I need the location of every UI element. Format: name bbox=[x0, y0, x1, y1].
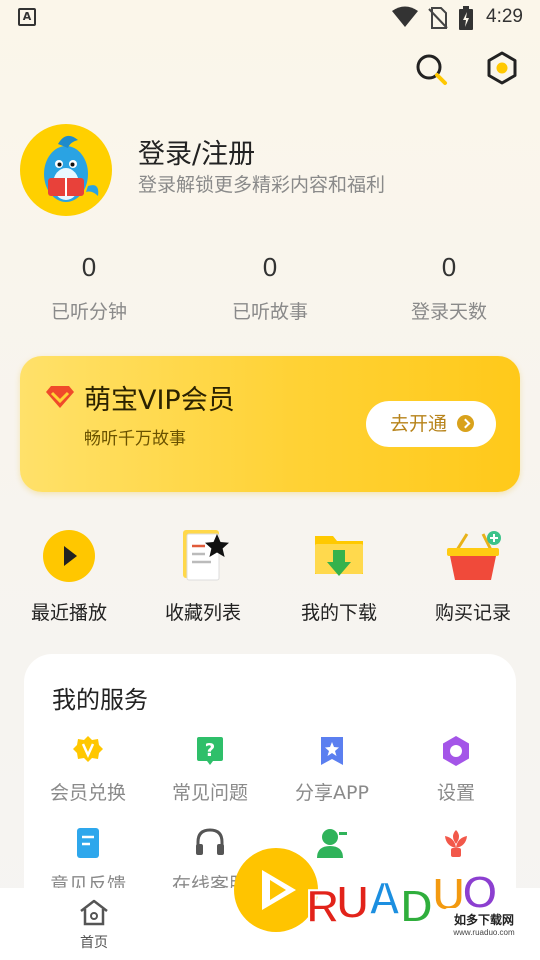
battery-icon bbox=[459, 6, 473, 30]
svg-text:www.ruaduo.com: www.ruaduo.com bbox=[452, 928, 515, 937]
svg-text:U: U bbox=[336, 876, 369, 928]
service-feedback[interactable]: 意见反馈 bbox=[26, 826, 150, 897]
quick-action-recent[interactable]: 最近播放 bbox=[2, 528, 136, 625]
nav-home[interactable]: 首页 bbox=[64, 898, 124, 952]
no-sim-icon bbox=[428, 7, 448, 29]
activate-vip-label: 去开通 bbox=[390, 413, 448, 435]
chevron-right-icon bbox=[457, 415, 474, 432]
vip-subtitle: 畅听千万故事 bbox=[84, 429, 186, 449]
headset-icon bbox=[196, 828, 224, 855]
svg-text:D: D bbox=[400, 880, 433, 932]
avatar[interactable] bbox=[20, 124, 112, 216]
quick-action-label: 我的下载 bbox=[300, 602, 377, 624]
feedback-document-icon bbox=[77, 828, 99, 858]
quick-action-favorites[interactable]: 收藏列表 bbox=[136, 528, 270, 625]
nav-home-label: 首页 bbox=[80, 935, 108, 951]
search-icon[interactable] bbox=[414, 52, 450, 88]
stat-label: 登录天数 bbox=[410, 301, 487, 323]
svg-text:如多下载网: 如多下载网 bbox=[454, 912, 514, 927]
login-register-title[interactable]: 登录/注册 bbox=[138, 132, 255, 171]
stat-value: 0 bbox=[441, 252, 457, 282]
service-label: 常见问题 bbox=[171, 782, 248, 804]
dolphin-mascot-icon bbox=[44, 135, 99, 202]
home-icon bbox=[80, 899, 108, 926]
status-bar: A 4:29 bbox=[0, 0, 540, 36]
accessibility-icon: A bbox=[18, 8, 36, 26]
stat-value: 0 bbox=[81, 252, 97, 282]
status-time: 4:29 bbox=[486, 6, 523, 27]
ruanduo-watermark-logo: R U A D U O 如多下载网 www.ruaduo.com bbox=[234, 848, 524, 938]
quick-action-purchases[interactable]: 购买记录 bbox=[406, 528, 540, 625]
settings-hexagon-icon[interactable] bbox=[484, 50, 520, 86]
services-title: 我的服务 bbox=[52, 686, 148, 714]
service-label: 分享APP bbox=[295, 782, 369, 804]
svg-text:A: A bbox=[368, 872, 401, 924]
login-subtitle: 登录解锁更多精彩内容和福利 bbox=[138, 174, 386, 196]
vip-title: 萌宝VIP会员 bbox=[84, 385, 235, 416]
quick-action-label: 最近播放 bbox=[30, 602, 107, 624]
service-vip-redeem[interactable]: 会员兑换 bbox=[26, 734, 150, 805]
share-star-icon bbox=[321, 737, 343, 765]
stat-value: 0 bbox=[262, 252, 278, 282]
settings-icon bbox=[443, 736, 469, 766]
stat-login-days: 0 登录天数 bbox=[369, 252, 529, 324]
quick-action-label: 购买记录 bbox=[434, 602, 511, 624]
svg-text:R: R bbox=[306, 880, 339, 932]
stat-stories: 0 已听故事 bbox=[190, 252, 350, 324]
quick-action-label: 收藏列表 bbox=[164, 602, 241, 624]
vip-logo-icon bbox=[46, 386, 74, 408]
vip-badge-icon bbox=[73, 736, 103, 762]
shopping-basket-icon bbox=[447, 531, 501, 580]
play-icon bbox=[43, 530, 95, 582]
activate-vip-button[interactable]: 去开通 bbox=[366, 401, 496, 447]
question-icon: ? bbox=[197, 737, 223, 765]
stat-minutes: 0 已听分钟 bbox=[9, 252, 169, 324]
wifi-icon bbox=[392, 6, 418, 27]
quick-action-downloads[interactable]: 我的下载 bbox=[272, 528, 406, 625]
favorites-star-icon bbox=[183, 530, 229, 581]
svg-text:?: ? bbox=[205, 740, 215, 761]
stat-label: 已听故事 bbox=[231, 301, 308, 323]
download-folder-icon bbox=[315, 536, 363, 576]
service-faq[interactable]: ? 常见问题 bbox=[148, 734, 272, 805]
service-settings[interactable]: 设置 bbox=[394, 734, 518, 805]
stat-label: 已听分钟 bbox=[50, 301, 127, 323]
service-label: 会员兑换 bbox=[49, 782, 126, 804]
service-label: 设置 bbox=[436, 782, 475, 804]
service-share-app[interactable]: 分享APP bbox=[270, 734, 394, 805]
vip-membership-card[interactable]: 萌宝VIP会员 畅听千万故事 去开通 bbox=[20, 356, 520, 492]
